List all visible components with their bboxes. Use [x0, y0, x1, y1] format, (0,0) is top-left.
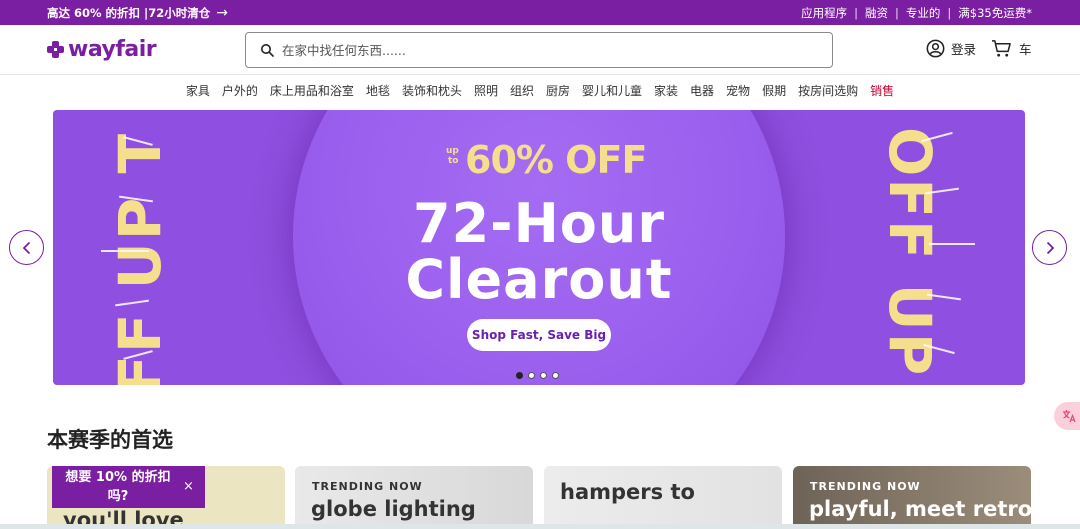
nav-item-appliances[interactable]: 电器	[684, 82, 720, 99]
nav-item-shop-by-room[interactable]: 按房间选购	[792, 82, 864, 99]
cart-label: 车	[1019, 42, 1032, 57]
carousel-dot[interactable]	[540, 372, 547, 379]
hero-cta-button[interactable]: Shop Fast, Save Big	[467, 319, 611, 351]
card-kicker: TRENDING NOW	[312, 480, 423, 493]
promo-link[interactable]: 高达 60% 的折扣 |72小时清仓 →	[47, 5, 228, 21]
hero-up-label: up	[446, 146, 459, 156]
logo-text: wayfair	[68, 37, 157, 62]
account-button[interactable]: 登录	[926, 39, 976, 58]
card-title: globe lighting	[311, 497, 476, 521]
close-icon[interactable]: ×	[183, 479, 194, 494]
link-app[interactable]: 应用程序	[801, 5, 847, 21]
section-title: 本赛季的首选	[47, 428, 173, 452]
card-kicker: TRENDING NOW	[810, 480, 921, 493]
nav-item-baby-kids[interactable]: 婴儿和儿童	[576, 82, 648, 99]
divider: |	[854, 5, 859, 20]
nav-item-decor-pillows[interactable]: 装饰和枕头	[396, 82, 468, 99]
translate-glyph-icon	[1063, 410, 1076, 423]
site-header: wayfair 登录 车	[0, 25, 1080, 75]
link-professional[interactable]: 专业的	[906, 5, 941, 21]
carousel-dots	[516, 372, 559, 379]
promo-text[interactable]: 高达 60% 的折扣 |72小时清仓	[47, 5, 210, 21]
hero-discount: 60% OFF	[465, 138, 647, 182]
nav-item-home-improvement[interactable]: 家装	[648, 82, 684, 99]
product-card[interactable]: TRENDING NOW playful, meet retro	[793, 466, 1031, 529]
cart-button[interactable]: 车	[991, 39, 1032, 58]
nav-item-holiday[interactable]: 假期	[756, 82, 792, 99]
carousel-dot[interactable]	[528, 372, 535, 379]
hero-to-label: to	[448, 156, 459, 166]
hero-title-line1: 72-Hour	[413, 192, 665, 255]
utility-links: 应用程序 | 融资 | 专业的 | 满$35免运费*	[801, 5, 1032, 21]
chevron-right-icon	[1046, 241, 1054, 254]
nav-item-lighting[interactable]: 照明	[468, 82, 504, 99]
product-card[interactable]: TRENDING NOW globe lighting	[295, 466, 533, 529]
hero-up-to: up to	[446, 146, 459, 166]
chevron-left-icon	[22, 241, 30, 254]
nav-item-pets[interactable]: 宠物	[720, 82, 756, 99]
category-nav: 家具 户外的 床上用品和浴室 地毯 装饰和枕头 照明 组织 厨房 婴儿和儿童 家…	[0, 76, 1080, 104]
carousel-next-button[interactable]	[1032, 230, 1067, 265]
link-free-shipping[interactable]: 满$35免运费*	[958, 5, 1032, 21]
wayfair-logo[interactable]: wayfair	[47, 37, 157, 62]
account-label: 登录	[951, 42, 977, 57]
product-card[interactable]: hampers to	[544, 466, 782, 529]
hero-banner[interactable]: OFF UP T OFF UP T up to 60% OFF 72-Hour …	[53, 110, 1025, 385]
nav-item-furniture[interactable]: 家具	[180, 82, 216, 99]
nav-item-bed-bath[interactable]: 床上用品和浴室	[264, 82, 360, 99]
cart-icon	[992, 40, 1011, 57]
search-bar[interactable]	[245, 32, 833, 68]
promo-bar: 高达 60% 的折扣 |72小时清仓 → 应用程序 | 融资 | 专业的 | 满…	[0, 0, 1080, 25]
nav-item-kitchen[interactable]: 厨房	[540, 82, 576, 99]
translate-icon[interactable]	[1054, 402, 1080, 430]
hero-title-line2: Clearout	[405, 248, 673, 311]
carousel-dot[interactable]	[516, 372, 523, 379]
nav-item-rugs[interactable]: 地毯	[360, 82, 396, 99]
carousel-prev-button[interactable]	[9, 230, 44, 265]
divider: |	[947, 5, 952, 20]
carousel-dot[interactable]	[552, 372, 559, 379]
card-title: playful, meet retro	[809, 497, 1031, 521]
search-icon	[261, 44, 274, 57]
nav-item-outdoor[interactable]: 户外的	[216, 82, 264, 99]
user-icon	[926, 39, 945, 58]
arrow-right-icon: →	[216, 4, 228, 21]
search-input[interactable]	[282, 42, 802, 58]
page-bottom-edge	[0, 524, 1080, 529]
nav-item-sale[interactable]: 销售	[864, 82, 900, 99]
nav-item-organization[interactable]: 组织	[504, 82, 540, 99]
link-financing[interactable]: 融资	[865, 5, 888, 21]
divider: |	[895, 5, 899, 20]
popup-text: 想要 10% 的折扣吗?	[65, 470, 171, 504]
card-title: hampers to	[560, 480, 695, 504]
wayfair-logo-icon	[47, 40, 65, 59]
